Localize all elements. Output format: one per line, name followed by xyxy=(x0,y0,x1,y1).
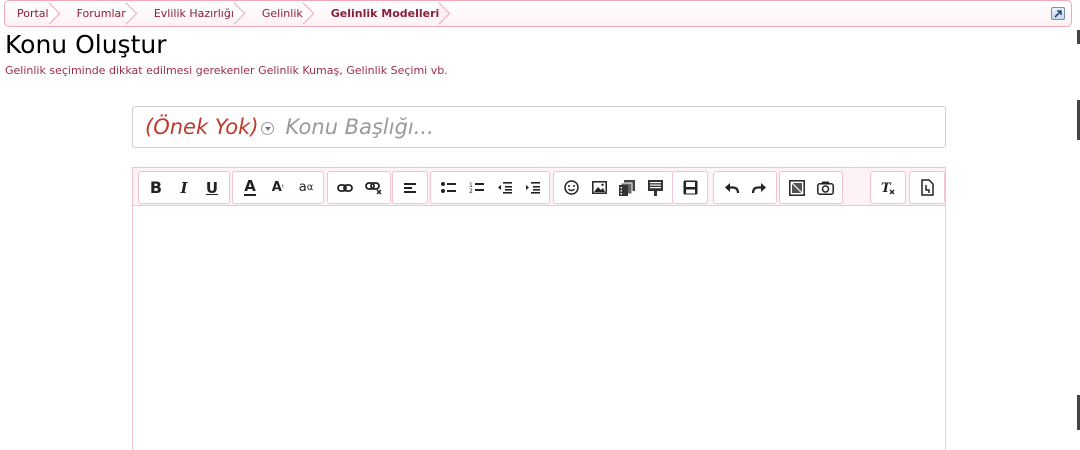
rich-text-editor: B I U A Aᵗ aα 1 2 T xyxy=(132,167,946,450)
jump-to-icon[interactable] xyxy=(1051,7,1065,20)
toolbar-group-align xyxy=(392,171,428,204)
toolbar-group-source xyxy=(909,171,945,204)
toolbar-group-format: T xyxy=(870,171,906,204)
bulleted-list-icon[interactable] xyxy=(434,174,462,202)
breadcrumb-label: Gelinlik xyxy=(261,7,303,20)
breadcrumb-label: Portal xyxy=(17,7,49,20)
bold-icon[interactable]: B xyxy=(142,174,170,202)
breadcrumb-separator xyxy=(439,0,453,27)
thread-title-input[interactable] xyxy=(285,115,926,139)
outdent-icon[interactable] xyxy=(490,174,518,202)
toolbar-group-history xyxy=(713,171,777,204)
font-family-icon[interactable]: aα xyxy=(292,174,320,202)
screenshot-icon[interactable] xyxy=(811,174,839,202)
toolbar-group-link xyxy=(327,171,391,204)
toolbar-group-draft xyxy=(672,171,708,204)
toolbar-group-text-style: B I U xyxy=(138,171,230,204)
editor-content-area[interactable] xyxy=(133,207,945,450)
toolbar-group-insert xyxy=(553,171,673,204)
svg-text:2: 2 xyxy=(469,188,473,194)
remove-format-icon[interactable]: T xyxy=(874,174,902,202)
link-icon[interactable] xyxy=(331,174,359,202)
breadcrumb-item-forumlar[interactable]: Forumlar xyxy=(65,1,126,26)
chevron-down-icon xyxy=(260,121,274,135)
subject-row: (Önek Yok) xyxy=(132,106,946,148)
page-description: Gelinlik seçiminde dikkat edilmesi gerek… xyxy=(5,64,448,77)
breadcrumb-item-evlilik-hazirligi[interactable]: Evlilik Hazırlığı xyxy=(142,1,234,26)
embed-icon[interactable] xyxy=(783,174,811,202)
breadcrumb: Portal Forumlar Evlilik Hazırlığı Gelinl… xyxy=(4,0,1072,27)
font-size-icon[interactable]: Aᵗ xyxy=(264,174,292,202)
page-title: Konu Oluştur xyxy=(5,30,167,59)
breadcrumb-item-gelinlik[interactable]: Gelinlik xyxy=(250,1,303,26)
prefix-label: (Önek Yok) xyxy=(145,115,259,139)
align-left-icon[interactable] xyxy=(396,174,424,202)
toolbar-group-embed xyxy=(779,171,843,204)
breadcrumb-separator xyxy=(303,0,317,27)
breadcrumb-separator xyxy=(126,0,140,27)
breadcrumb-item-gelinlik-modelleri[interactable]: Gelinlik Modelleri xyxy=(319,1,440,26)
breadcrumb-label: Forumlar xyxy=(76,7,126,20)
italic-icon[interactable]: I xyxy=(170,174,198,202)
save-draft-icon[interactable] xyxy=(676,174,704,202)
breadcrumb-item-portal[interactable]: Portal xyxy=(5,1,49,26)
image-icon[interactable] xyxy=(585,174,613,202)
breadcrumb-separator xyxy=(234,0,248,27)
prefix-dropdown[interactable]: (Önek Yok) xyxy=(145,115,274,139)
numbered-list-icon[interactable]: 12 xyxy=(462,174,490,202)
toolbar-group-font: A Aᵗ aα xyxy=(232,171,324,204)
smilie-icon[interactable] xyxy=(557,174,585,202)
indent-icon[interactable] xyxy=(518,174,546,202)
breadcrumb-label: Evlilik Hazırlığı xyxy=(153,7,234,20)
redo-icon[interactable] xyxy=(745,174,773,202)
underline-icon[interactable]: U xyxy=(198,174,226,202)
toolbar-group-list: 12 xyxy=(430,171,550,204)
unlink-icon[interactable] xyxy=(359,174,387,202)
media-icon[interactable] xyxy=(613,174,641,202)
bbcode-toggle-icon[interactable] xyxy=(913,174,941,202)
quote-icon[interactable] xyxy=(641,174,669,202)
editor-toolbar: B I U A Aᵗ aα 1 2 T xyxy=(133,168,945,206)
undo-icon[interactable] xyxy=(717,174,745,202)
breadcrumb-label: Gelinlik Modelleri xyxy=(330,7,440,20)
breadcrumb-separator xyxy=(49,0,63,27)
font-color-icon[interactable]: A xyxy=(236,174,264,202)
